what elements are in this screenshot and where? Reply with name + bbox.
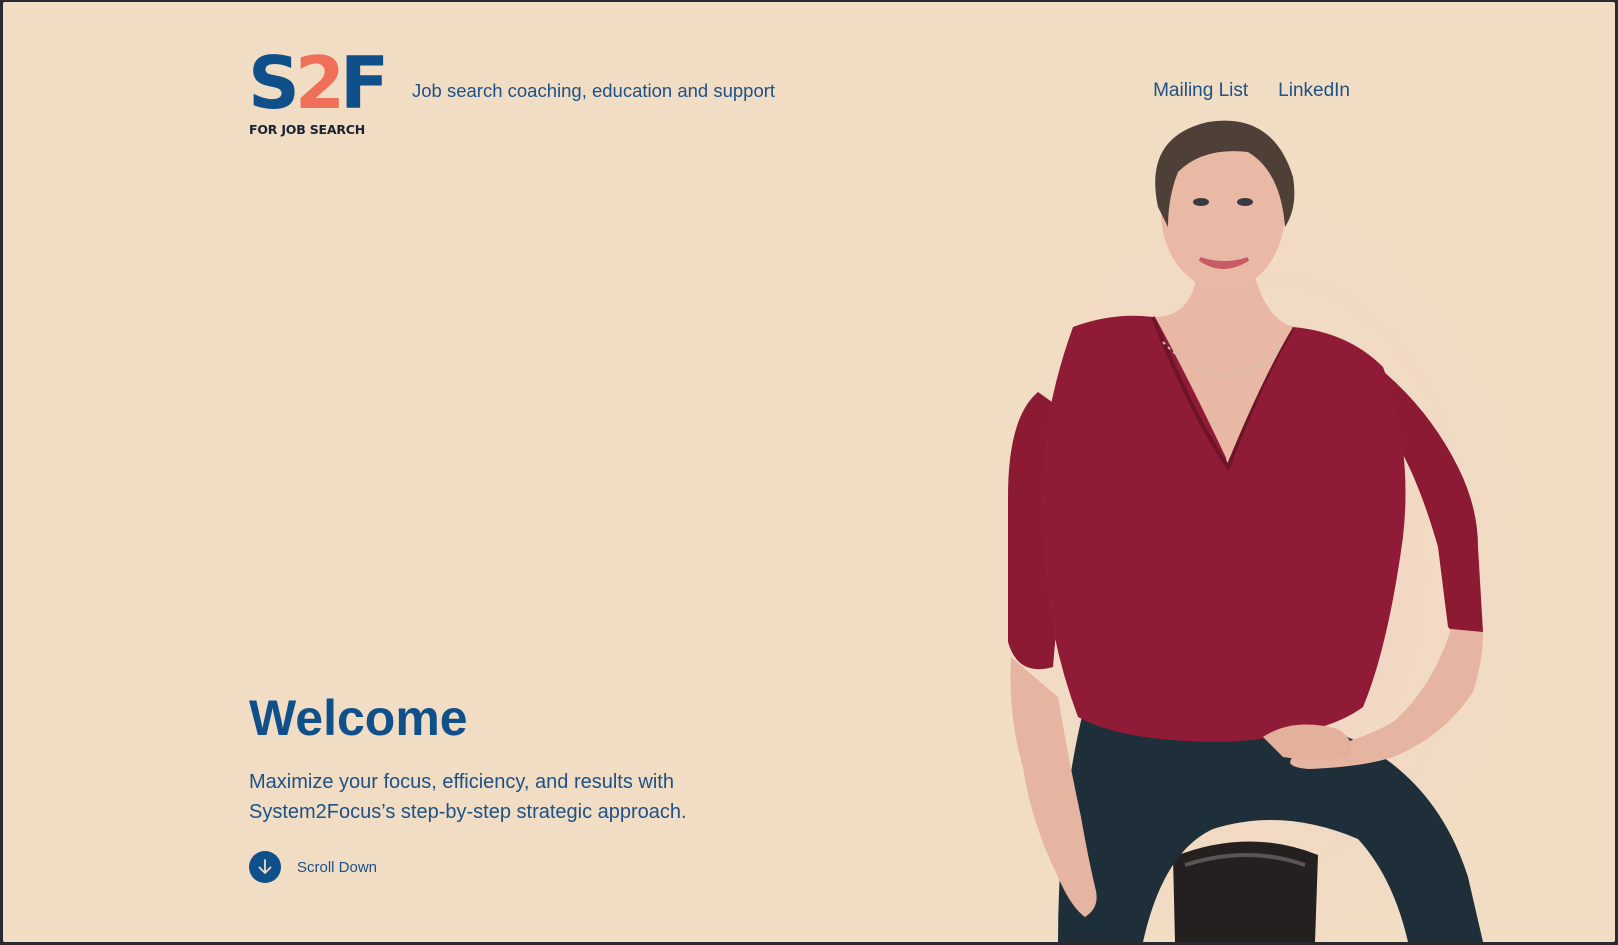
logo-subtitle: FOR JOB SEARCH	[249, 122, 365, 137]
logo-letter-s: S	[248, 41, 300, 125]
top-nav: Mailing List LinkedIn	[1153, 80, 1350, 102]
logo-letter-f: F	[339, 41, 389, 125]
logo-letter-2: 2	[294, 41, 345, 125]
logo-mark: S2F	[248, 45, 389, 121]
hero-title: Welcome	[249, 690, 468, 746]
nav-linkedin-link[interactable]: LinkedIn	[1278, 80, 1350, 102]
portrait-photo	[963, 117, 1523, 942]
scroll-down-button[interactable]: Scroll Down	[249, 851, 377, 883]
page: S2F FOR JOB SEARCH Job search coaching, …	[3, 2, 1615, 942]
site-logo[interactable]: S2F FOR JOB SEARCH	[248, 45, 389, 139]
hero-intro-line-2: System2Focus’s step-by-step strategic ap…	[249, 801, 687, 823]
scroll-down-label: Scroll Down	[297, 858, 378, 876]
hero-intro: Maximize your focus, efficiency, and res…	[249, 767, 869, 827]
nav-mailing-list-link[interactable]: Mailing List	[1153, 80, 1248, 102]
hero-intro-line-1: Maximize your focus, efficiency, and res…	[249, 771, 674, 793]
arrow-down-icon	[249, 851, 281, 883]
site-tagline: Job search coaching, education and suppo…	[412, 80, 776, 101]
